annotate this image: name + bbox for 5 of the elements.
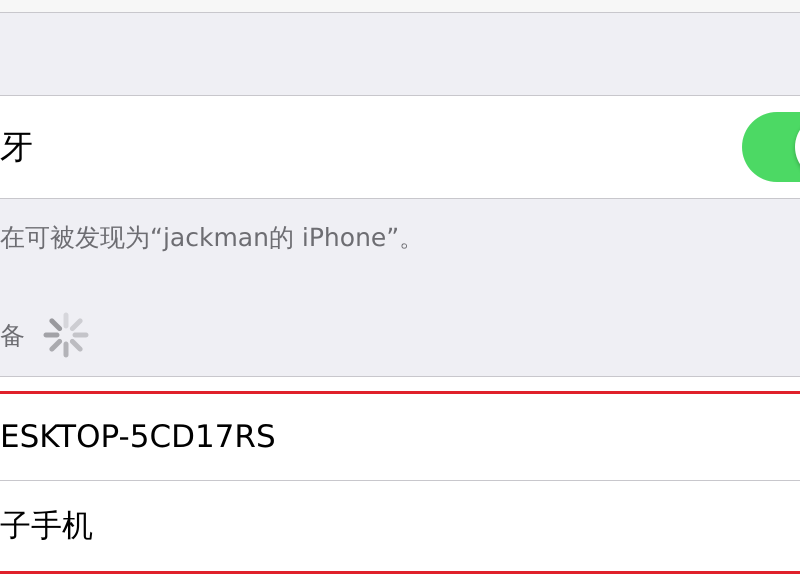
discoverable-note: 在可被发现为“jackman的 iPhone”。 — [0, 222, 426, 254]
device-name: ESKTOP-5CD17RS — [0, 419, 276, 455]
bluetooth-label: 牙 — [0, 126, 33, 168]
section-title: 备 — [0, 320, 25, 352]
device-name: 子手机 — [0, 507, 93, 546]
